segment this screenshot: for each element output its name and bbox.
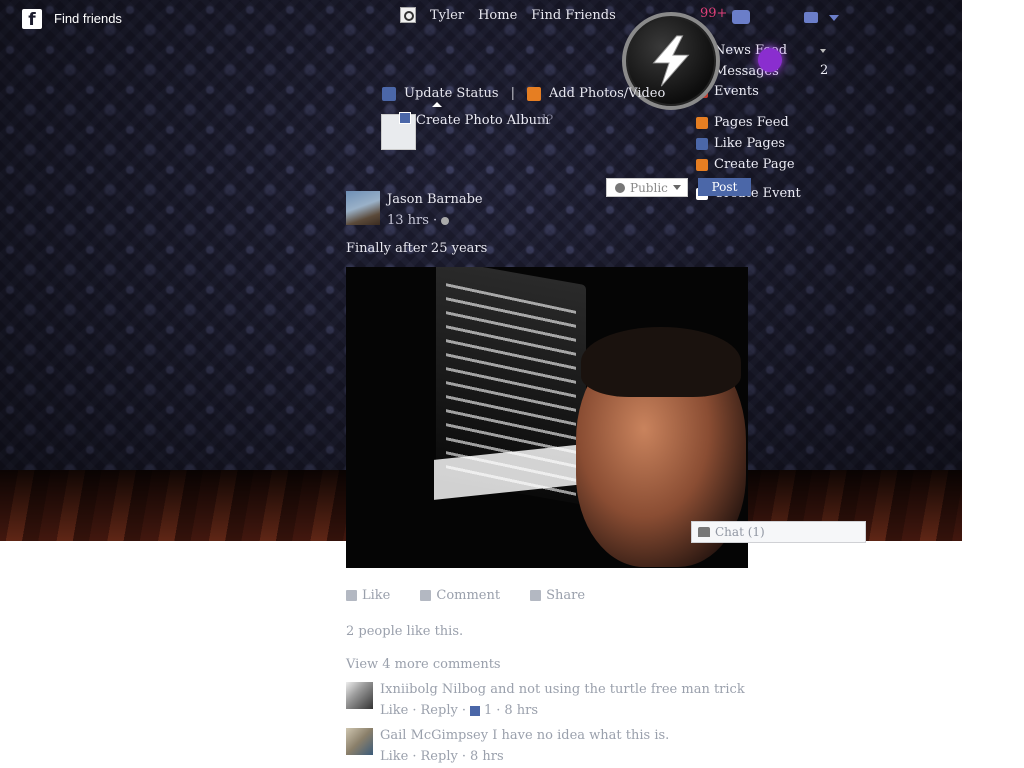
create-page-plus-icon (696, 158, 708, 171)
comment-meta: Like · Reply · 1 · 8 hrs (380, 703, 539, 718)
comment-label: Comment (436, 588, 501, 603)
commenter-name[interactable]: Ixniibolg Nilbog (380, 682, 486, 697)
comment-reply-link[interactable]: Reply (421, 703, 458, 718)
post-body-text: Finally after 25 years (346, 241, 488, 256)
like-button[interactable]: Like (346, 588, 390, 603)
messages-count-badge: 2 (820, 63, 829, 78)
nav-find-friends-link[interactable]: Find Friends (531, 8, 615, 23)
like-pages-thumb-icon (696, 137, 708, 150)
share-label: Share (546, 588, 586, 603)
post-actions: Like Comment Share (346, 588, 585, 603)
commenter-avatar[interactable] (346, 682, 373, 709)
pencil-icon (382, 86, 396, 101)
nav-home-link[interactable]: Home (478, 8, 517, 23)
chat-bar[interactable]: Chat (1) (691, 521, 866, 543)
account-menu-chevron-down-icon[interactable] (829, 15, 839, 21)
comment-meta: Like · Reply · 8 hrs (380, 749, 504, 764)
pages-feed-flag-icon (696, 116, 708, 129)
post-photo[interactable] (346, 267, 748, 568)
messages-icon[interactable] (732, 10, 750, 24)
comment-time[interactable]: 8 hrs (470, 749, 504, 764)
post-time-text: 13 hrs (387, 213, 429, 228)
post-button[interactable]: Post (698, 178, 751, 196)
menu-item-label: Events (714, 84, 759, 99)
comment-body: I have no idea what this is. (492, 728, 670, 743)
menu-item-label: Like Pages (714, 136, 786, 151)
chat-label: Chat (1) (715, 525, 765, 539)
commenter-name[interactable]: Gail McGimpsey (380, 728, 488, 743)
comment-button[interactable]: Comment (420, 588, 500, 603)
crescent-moon-icon[interactable] (758, 48, 782, 72)
share-arrow-icon (530, 590, 542, 601)
chat-people-icon (698, 527, 710, 537)
create-photo-album-link[interactable]: Create Photo Album (416, 113, 549, 128)
comment-text-line: Ixniibolg Nilbog and not using the turtl… (380, 682, 745, 697)
composer-pointer-arrow (432, 102, 442, 107)
public-globe-icon (441, 216, 450, 225)
find-friends-link[interactable]: Find friends (54, 11, 122, 26)
menu-item-pages-feed[interactable]: Pages Feed (696, 115, 789, 130)
globe-icon (615, 182, 625, 193)
composer-input-placeholder[interactable]: d? (538, 113, 553, 128)
photo-album-icon (399, 112, 411, 124)
photo-icon (526, 86, 541, 101)
comment-reply-link[interactable]: Reply (421, 749, 458, 764)
facebook-logo-icon[interactable]: f (22, 9, 42, 30)
menu-item-label: Create Page (714, 157, 795, 172)
share-button[interactable]: Share (530, 588, 585, 603)
top-navigation: Tyler Home Find Friends (400, 7, 616, 23)
search-icon[interactable] (400, 7, 416, 23)
view-more-comments-link[interactable]: View 4 more comments (346, 657, 501, 672)
friend-requests-icon[interactable] (804, 12, 818, 23)
update-status-tab[interactable]: Update Status (404, 86, 499, 101)
thumbs-up-icon (346, 590, 357, 601)
author-avatar[interactable] (346, 191, 380, 225)
lightning-bolt-icon (652, 35, 690, 87)
commenter-avatar[interactable] (346, 728, 373, 755)
audience-label: Public (630, 180, 668, 195)
post-timestamp[interactable]: 13 hrs · (387, 213, 450, 228)
add-photos-tab[interactable]: Add Photos/Video (549, 86, 665, 101)
menu-item-label: Pages Feed (714, 115, 789, 130)
nav-profile-link[interactable]: Tyler (430, 8, 464, 23)
post-author-name[interactable]: Jason Barnabe (387, 192, 483, 207)
tab-divider: | (510, 86, 515, 101)
like-label: Like (362, 588, 391, 603)
comment-like-count[interactable]: 1 (484, 703, 492, 718)
person-hair (581, 327, 741, 397)
comment-text-line: Gail McGimpsey I have no idea what this … (380, 728, 669, 743)
likes-summary-link[interactable]: 2 people like this. (346, 624, 463, 639)
comment-body: and not using the turtle free man trick (490, 682, 745, 697)
dot-separator: · (432, 213, 438, 228)
audience-selector[interactable]: Public (606, 178, 688, 197)
notification-count-badge[interactable]: 99+ (700, 6, 727, 21)
news-feed-options-chevron-down-icon[interactable] (820, 49, 826, 53)
chevron-down-icon (672, 185, 681, 190)
comment-like-count-thumb-icon (469, 705, 480, 716)
composer-tabs: Update Status | Add Photos/Video (382, 86, 665, 101)
menu-item-create-page[interactable]: Create Page (696, 157, 795, 172)
comment-like-link[interactable]: Like (380, 703, 408, 718)
comment-like-link[interactable]: Like (380, 749, 408, 764)
comment-bubble-icon (420, 590, 432, 601)
menu-item-like-pages[interactable]: Like Pages (696, 136, 785, 151)
comment-time[interactable]: 8 hrs (504, 703, 538, 718)
